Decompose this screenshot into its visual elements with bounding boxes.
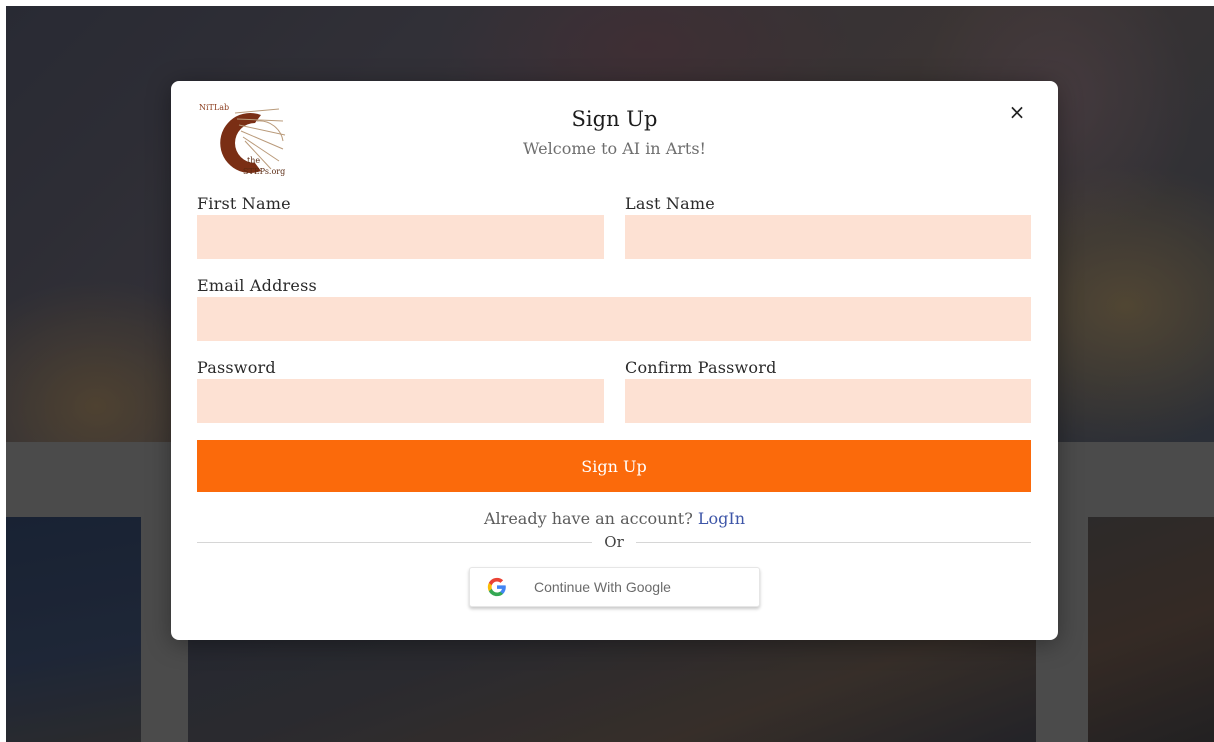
sign-up-button[interactable]: Sign Up bbox=[197, 440, 1031, 492]
first-name-input[interactable] bbox=[197, 215, 604, 259]
confirm-password-label: Confirm Password bbox=[625, 358, 777, 377]
divider-line bbox=[635, 541, 1031, 543]
or-divider: Or bbox=[197, 532, 1031, 552]
login-prompt: Already have an account? LogIn bbox=[171, 509, 1058, 528]
gallery-tile bbox=[1088, 517, 1214, 742]
divider-line bbox=[197, 541, 593, 543]
first-name-label: First Name bbox=[197, 194, 291, 213]
or-text: Or bbox=[604, 533, 624, 551]
account-prompt-text: Already have an account? bbox=[484, 509, 693, 528]
continue-with-google-button[interactable]: Continue With Google bbox=[469, 567, 760, 607]
confirm-password-input[interactable] bbox=[625, 379, 1031, 423]
password-label: Password bbox=[197, 358, 276, 377]
close-icon[interactable]: × bbox=[1006, 101, 1028, 123]
logo-line2: STEPs.org bbox=[243, 167, 285, 176]
password-input[interactable] bbox=[197, 379, 604, 423]
email-label: Email Address bbox=[197, 276, 317, 295]
modal-subtitle: Welcome to AI in Arts! bbox=[523, 139, 706, 158]
modal-title: Sign Up bbox=[571, 107, 658, 131]
google-button-label: Continue With Google bbox=[534, 579, 671, 595]
login-link[interactable]: LogIn bbox=[698, 509, 745, 528]
signup-modal: NiTLab the STEPs.org Sign Up Welcome to … bbox=[171, 81, 1058, 640]
last-name-label: Last Name bbox=[625, 194, 715, 213]
last-name-input[interactable] bbox=[625, 215, 1031, 259]
email-input[interactable] bbox=[197, 297, 1031, 341]
google-icon bbox=[487, 577, 506, 597]
gallery-tile bbox=[6, 517, 141, 742]
